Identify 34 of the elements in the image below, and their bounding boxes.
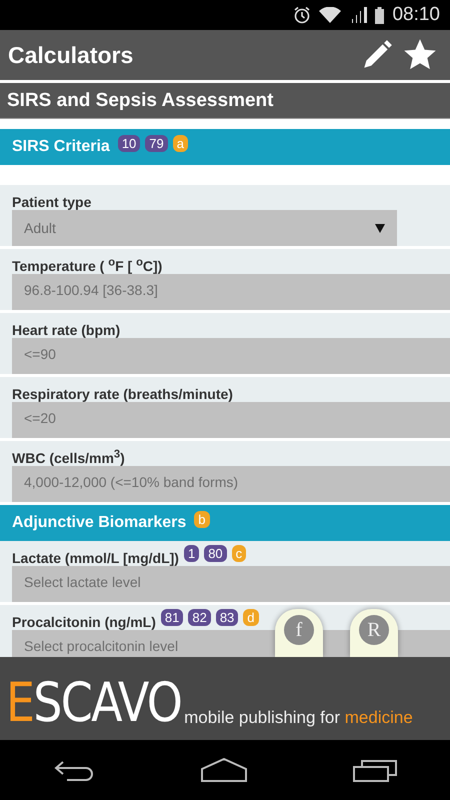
field-label: Respiratory rate (breaths/minute): [12, 386, 233, 402]
dropdown-caret-icon: [375, 224, 385, 232]
battery-icon: [375, 6, 384, 24]
reference-badge[interactable]: 80: [204, 545, 227, 562]
reference-badge[interactable]: 81: [160, 609, 184, 626]
signal-icon: [349, 7, 368, 23]
input-field[interactable]: 4,000-12,000 (<=10% band forms): [12, 466, 450, 502]
alarm-icon: [293, 6, 312, 24]
reference-badge[interactable]: 82: [188, 609, 211, 626]
input-field[interactable]: <=90: [12, 338, 450, 374]
field-label: Heart rate (bpm): [12, 322, 120, 338]
home-icon[interactable]: [201, 758, 247, 782]
reference-badge[interactable]: 1: [184, 545, 200, 562]
field-label: WBC (cells/mm$^{3}$): [12, 450, 125, 466]
reference-badge[interactable]: 79: [145, 134, 168, 152]
recent-apps-icon[interactable]: [353, 758, 397, 782]
input-field[interactable]: Select lactate level: [12, 566, 450, 602]
field-label: Temperature ( $^{o}$F [ $^{o}$C]): [12, 258, 162, 274]
section-title: Adjunctive Biomarkers: [12, 514, 186, 532]
section-title: SIRS Criteria: [12, 138, 110, 156]
input-field[interactable]: <=20: [12, 402, 450, 438]
app-title: Calculators: [8, 42, 134, 68]
field-label: Procalcitonin (ng/mL): [12, 614, 156, 630]
page-title: SIRS and Sepsis Assessment: [7, 90, 274, 112]
input-field[interactable]: 96.8-100.94 [36-38.3]: [12, 274, 450, 310]
clock: 08:10: [392, 4, 440, 26]
back-icon[interactable]: [53, 759, 95, 781]
field-label: Patient type: [12, 194, 92, 210]
reference-badge[interactable]: 10: [118, 134, 140, 152]
reference-badge[interactable]: 83: [216, 609, 238, 626]
field-label: Lactate (mmol/L [mg/dL]): [12, 550, 179, 566]
logo: ESCAVO: [6, 676, 182, 730]
tagline: mobile publishing for medicine: [184, 708, 413, 729]
wifi-icon: [319, 7, 342, 23]
